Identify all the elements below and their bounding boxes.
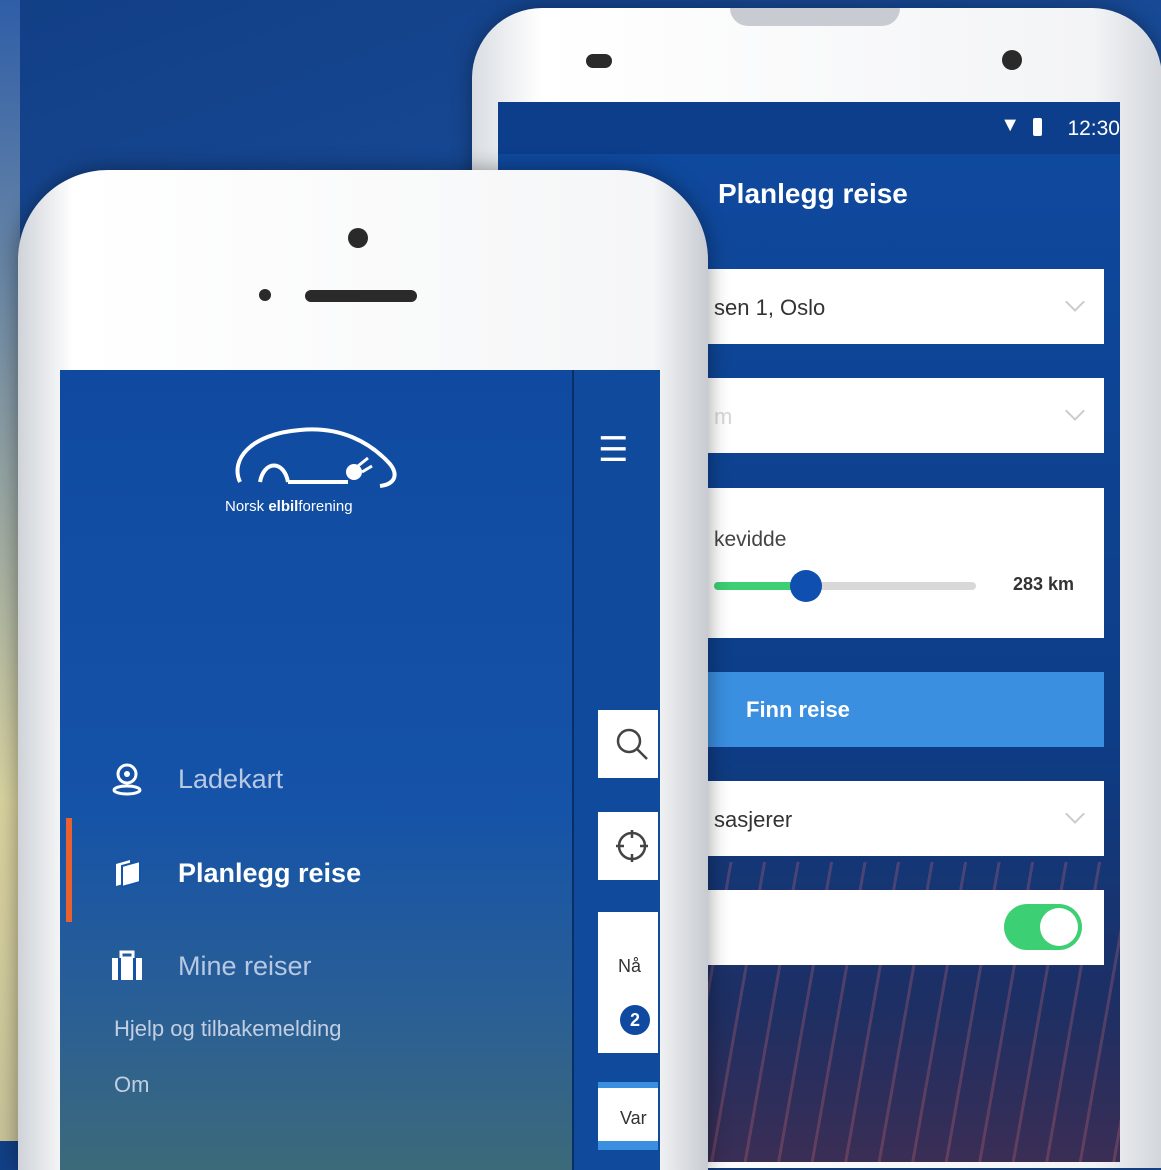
to-select[interactable]: m <box>688 378 1104 453</box>
toggle-knob <box>1040 908 1078 946</box>
status-time: 12:30 <box>1067 117 1120 140</box>
passenger-count-badge: 2 <box>620 1005 650 1035</box>
bottom-card-peek: Var <box>598 1088 658 1141</box>
about-link[interactable]: Om <box>114 1072 149 1098</box>
bottom-label-cut: Var <box>620 1108 647 1128</box>
iphone-screen: Norsk elbilforening Ladekart Planlegg re… <box>60 370 660 1170</box>
range-slider[interactable] <box>714 570 976 602</box>
chevron-down-icon <box>1065 401 1085 421</box>
range-card: kevidde 283 km <box>688 488 1104 638</box>
option-toggle-row <box>688 890 1104 965</box>
background-strip <box>0 0 20 1141</box>
range-slider-knob[interactable] <box>789 570 822 602</box>
android-sensor <box>586 54 612 68</box>
to-value: m <box>714 404 733 429</box>
find-trip-button[interactable]: Finn reise <box>688 672 1104 747</box>
hamburger-menu-icon[interactable]: ☰ <box>598 430 628 470</box>
active-marker <box>66 818 72 922</box>
location-pin-icon <box>112 763 142 796</box>
iphone-sensor <box>259 289 271 301</box>
menu-item-label: Planlegg reise <box>178 858 362 888</box>
iphone-camera <box>348 228 368 248</box>
menu-item-planlegg-reise[interactable]: Planlegg reise <box>60 818 572 922</box>
suitcase-icon <box>112 950 142 980</box>
search-field-peek[interactable] <box>598 710 658 778</box>
location-field-peek[interactable] <box>598 812 658 880</box>
car-plug-logo-icon <box>235 427 397 488</box>
chevron-down-icon <box>1065 292 1085 312</box>
from-select[interactable]: sen 1, Oslo <box>688 269 1104 344</box>
find-trip-label: Finn reise <box>746 697 850 722</box>
range-value: 283 km <box>1012 574 1074 594</box>
navigation-drawer: Norsk elbilforening Ladekart Planlegg re… <box>60 370 572 1170</box>
menu-item-label: Mine reiser <box>178 951 312 981</box>
chevron-down-icon <box>1065 804 1085 824</box>
from-value: sen 1, Oslo <box>714 295 826 320</box>
iphone-earpiece <box>305 290 417 302</box>
range-label-cut: Nå <box>618 956 642 976</box>
search-icon <box>616 728 648 760</box>
passengers-select[interactable]: sasjerer <box>688 781 1104 856</box>
battery-icon <box>1033 118 1042 136</box>
stack-icon <box>116 859 141 889</box>
menu-item-ladekart[interactable]: Ladekart <box>60 748 572 808</box>
help-feedback-link[interactable]: Hjelp og tilbakemelding <box>114 1016 341 1042</box>
android-camera <box>1002 50 1022 70</box>
passengers-peek[interactable]: 2 <box>598 985 658 1053</box>
menu-item-mine-reiser[interactable]: Mine reiser <box>60 935 572 995</box>
brand-name: Norsk elbilforening <box>225 498 353 515</box>
page-title: Planlegg reise <box>718 178 908 209</box>
status-bar: ▼ 12:30 <box>498 102 1120 154</box>
menu-item-label: Ladekart <box>178 764 284 794</box>
option-toggle[interactable] <box>1004 904 1082 950</box>
passengers-value: sasjerer <box>714 807 793 832</box>
wifi-icon: ▼ <box>1000 114 1020 136</box>
range-label: kevidde <box>714 528 787 551</box>
android-speaker <box>730 8 900 26</box>
crosshair-icon <box>616 830 648 862</box>
